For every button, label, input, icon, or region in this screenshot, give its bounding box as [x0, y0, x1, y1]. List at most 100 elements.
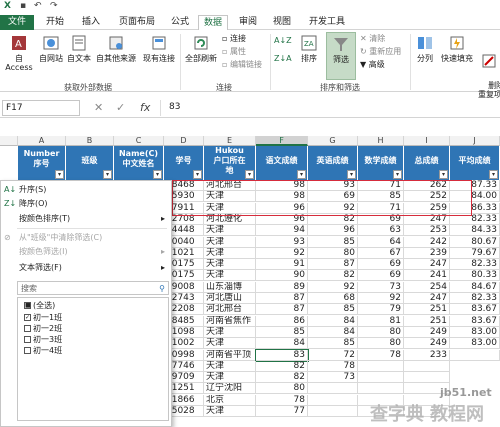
table-cell[interactable]: [308, 394, 358, 406]
formula-input[interactable]: 83: [160, 100, 498, 116]
table-cell[interactable]: 73: [308, 372, 358, 384]
table-cell[interactable]: 78: [358, 349, 404, 361]
filter-dropdown-icon[interactable]: ▾: [393, 170, 402, 179]
filter-dropdown-icon[interactable]: ▾: [55, 170, 64, 179]
table-cell[interactable]: 87: [256, 304, 308, 316]
table-cell[interactable]: 64: [358, 236, 404, 248]
from-web-button[interactable]: 自网站: [38, 34, 64, 63]
table-cell[interactable]: 天津: [204, 270, 256, 282]
table-cell[interactable]: 山东淄博: [204, 281, 256, 293]
menu-sort-by-color[interactable]: 按颜色排序(T) ▸: [1, 212, 171, 225]
table-cell[interactable]: 83.67: [450, 315, 500, 327]
table-cell[interactable]: 85: [308, 236, 358, 248]
properties-link[interactable]: ▫ 属性: [222, 47, 246, 57]
filter-dropdown-icon[interactable]: ▾: [193, 170, 202, 179]
sort-za-icon[interactable]: Z↓A: [274, 54, 292, 64]
table-cell[interactable]: 92: [256, 247, 308, 259]
table-cell[interactable]: 249: [404, 338, 450, 350]
table-cell[interactable]: 81: [358, 315, 404, 327]
table-cell[interactable]: 69: [358, 259, 404, 271]
select-all-corner[interactable]: [0, 136, 18, 146]
table-cell[interactable]: [308, 383, 358, 395]
table-cell[interactable]: 80.33: [450, 270, 500, 282]
table-cell[interactable]: 242: [404, 236, 450, 248]
table-cell[interactable]: 92: [358, 293, 404, 304]
tab-home[interactable]: 开始: [40, 15, 70, 30]
text-to-columns-button[interactable]: 分列: [414, 34, 436, 63]
table-cell[interactable]: 77: [256, 406, 308, 417]
clear-filter-button[interactable]: ✕ 清除: [360, 34, 385, 44]
existing-connections-button[interactable]: 现有连接: [140, 34, 178, 63]
table-cell[interactable]: 83.00: [450, 338, 500, 350]
filter-search-input[interactable]: 搜索 ⚲: [17, 281, 169, 295]
table-cell[interactable]: 73: [358, 281, 404, 293]
table-cell[interactable]: 82.33: [450, 259, 500, 271]
table-cell[interactable]: 天津: [204, 360, 256, 372]
column-header-c[interactable]: C: [114, 136, 164, 146]
filter-dropdown-icon[interactable]: ▾: [103, 170, 112, 179]
tab-data[interactable]: 数据: [198, 15, 228, 30]
table-cell[interactable]: 82.33: [450, 293, 500, 304]
table-cell[interactable]: 84.67: [450, 281, 500, 293]
table-cell[interactable]: 84: [308, 326, 358, 338]
column-header-f[interactable]: F: [256, 136, 308, 146]
sort-button[interactable]: ZA 排序: [296, 34, 322, 63]
table-cell[interactable]: 河北邢台: [204, 304, 256, 316]
table-cell[interactable]: 河北唐山: [204, 293, 256, 304]
table-cell[interactable]: 北京: [204, 394, 256, 406]
table-cell[interactable]: [308, 406, 358, 417]
table-cell[interactable]: 天津: [204, 406, 256, 417]
filter-dropdown-icon[interactable]: ▾: [347, 170, 356, 179]
table-cell[interactable]: 天津: [204, 372, 256, 384]
table-cell[interactable]: 82: [308, 270, 358, 282]
table-cell[interactable]: 天津: [204, 338, 256, 350]
menu-text-filters[interactable]: 文本筛选(F) ▸: [1, 261, 171, 274]
reapply-button[interactable]: ↻ 重新应用: [360, 47, 401, 57]
table-cell[interactable]: 69: [358, 270, 404, 282]
tab-insert[interactable]: 插入: [76, 15, 106, 30]
table-cell[interactable]: 83.67: [450, 304, 500, 316]
table-cell[interactable]: 天津: [204, 247, 256, 259]
column-header-a[interactable]: A: [18, 136, 66, 146]
table-cell[interactable]: 94: [256, 225, 308, 237]
table-cell[interactable]: 251: [404, 304, 450, 316]
column-header-j[interactable]: J: [450, 136, 500, 146]
table-cell[interactable]: 天津: [204, 236, 256, 248]
table-cell[interactable]: 92: [308, 281, 358, 293]
table-cell[interactable]: 辽宁沈阳: [204, 383, 256, 395]
tab-developer[interactable]: 开发工具: [302, 15, 352, 30]
refresh-all-button[interactable]: 全部刷新: [184, 34, 218, 63]
checkbox-select-all[interactable]: ■ (全选): [24, 301, 55, 311]
column-header-i[interactable]: I: [404, 136, 450, 146]
checkbox-class-4[interactable]: 初一4班: [24, 346, 62, 356]
table-cell[interactable]: 67: [358, 247, 404, 259]
table-cell[interactable]: 239: [404, 247, 450, 259]
from-access-button[interactable]: A 自 Access: [2, 34, 36, 72]
column-header-h[interactable]: H: [358, 136, 404, 146]
column-header-g[interactable]: G: [308, 136, 358, 146]
menu-sort-descending[interactable]: Z↓ 降序(O): [1, 197, 171, 210]
table-cell[interactable]: [358, 360, 404, 372]
table-cell[interactable]: 85: [256, 326, 308, 338]
table-cell[interactable]: 河南省平顶: [204, 349, 256, 361]
table-cell[interactable]: 72: [308, 349, 358, 361]
from-text-button[interactable]: 自文本: [66, 34, 92, 63]
table-cell[interactable]: 80: [358, 326, 404, 338]
filter-dropdown-icon[interactable]: ▾: [153, 170, 162, 179]
table-cell[interactable]: 83.00: [450, 326, 500, 338]
save-icon[interactable]: ▪: [20, 1, 26, 11]
table-cell[interactable]: 253: [404, 225, 450, 237]
table-cell[interactable]: 84: [256, 338, 308, 350]
menu-sort-ascending[interactable]: A↓ 升序(S): [1, 183, 171, 196]
table-cell[interactable]: 天津: [204, 259, 256, 271]
tab-formulas[interactable]: 公式: [166, 15, 194, 30]
table-cell[interactable]: 63: [358, 225, 404, 237]
table-cell[interactable]: 251: [404, 315, 450, 327]
table-cell[interactable]: 249: [404, 326, 450, 338]
table-cell[interactable]: 河南省焦作: [204, 315, 256, 327]
advanced-filter-button[interactable]: ▼ 高级: [360, 60, 385, 70]
confirm-formula-icon[interactable]: ✓: [116, 101, 125, 114]
table-cell[interactable]: [358, 372, 404, 384]
filter-dropdown-icon[interactable]: ▾: [439, 170, 448, 179]
table-cell[interactable]: 天津: [204, 326, 256, 338]
